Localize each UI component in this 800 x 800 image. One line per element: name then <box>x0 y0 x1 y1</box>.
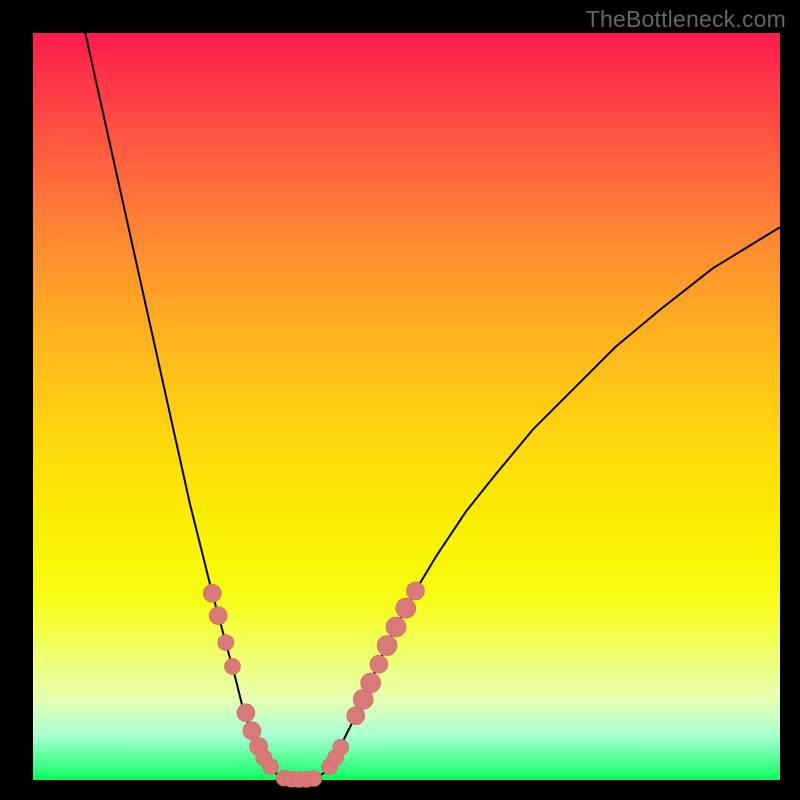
data-marker <box>263 759 279 775</box>
data-marker <box>377 636 397 656</box>
data-marker <box>370 655 388 673</box>
chart-frame: TheBottleneck.com <box>0 0 800 800</box>
data-marker <box>209 607 227 625</box>
watermark-text: TheBottleneck.com <box>586 6 786 33</box>
data-marker <box>333 739 349 755</box>
data-marker <box>406 582 424 600</box>
data-marker <box>396 598 416 618</box>
bottleneck-curve <box>85 33 780 780</box>
chart-svg <box>33 33 780 780</box>
data-marker <box>361 673 381 693</box>
plot-area <box>33 33 780 780</box>
data-marker <box>224 658 240 674</box>
data-marker <box>218 635 234 651</box>
data-marker <box>203 584 221 602</box>
data-marker <box>237 704 255 722</box>
data-marker <box>306 771 322 787</box>
curve-layer <box>85 33 780 780</box>
data-marker <box>386 617 406 637</box>
data-marker <box>243 722 261 740</box>
